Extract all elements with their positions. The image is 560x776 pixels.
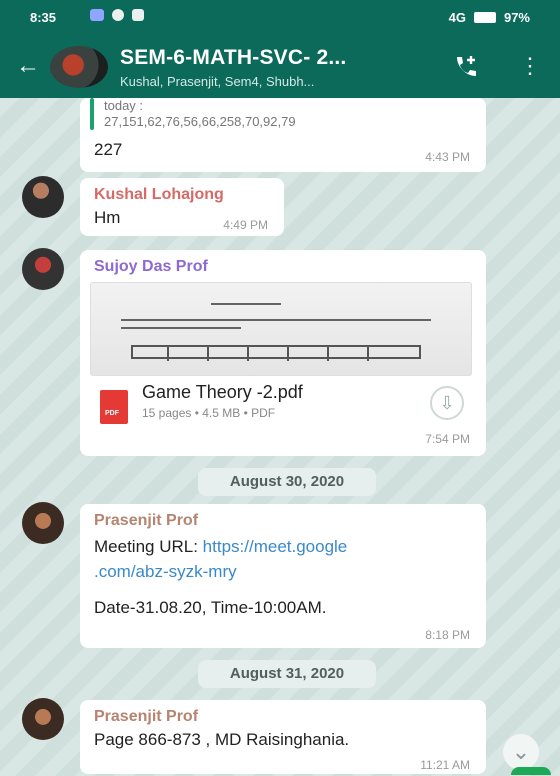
message-bubble: Prasenjit Prof Meeting URL: https://meet… — [80, 504, 486, 648]
sender-name: Sujoy Das Prof — [94, 258, 208, 275]
document-meta: 15 pages • 4.5 MB • PDF — [142, 406, 276, 420]
sender-avatar[interactable] — [22, 248, 64, 290]
date-separator: August 30, 2020 — [198, 468, 376, 496]
more-options-button[interactable]: ⋮ — [518, 50, 542, 82]
table-divider — [207, 347, 209, 361]
preview-line — [121, 319, 431, 321]
preview-table — [131, 345, 421, 361]
table-divider — [247, 347, 249, 361]
sender-avatar[interactable] — [22, 502, 64, 544]
table-divider — [327, 347, 329, 361]
battery-percent: 97% — [503, 10, 530, 25]
status-icons-right: 4G 97% — [449, 10, 530, 25]
notification-icon — [90, 9, 104, 21]
sender-name: Kushal Lohajong — [94, 186, 224, 203]
chat-messages-area[interactable]: today : 27,151,62,76,56,66,258,70,92,79 … — [0, 98, 560, 776]
floating-action-button[interactable] — [511, 767, 551, 775]
plus-icon — [467, 56, 475, 64]
message-text: Hm — [94, 208, 121, 227]
back-button[interactable]: ← — [16, 52, 44, 80]
message-time: 7:54 PM — [425, 432, 470, 446]
notification-icon — [132, 9, 144, 21]
document-preview[interactable] — [90, 282, 472, 376]
status-icons-left — [90, 9, 144, 21]
message-bubble: Prasenjit Prof Page 866-873 , MD Raising… — [80, 700, 486, 774]
sender-name: Prasenjit Prof — [94, 708, 199, 725]
message-text: 227 — [94, 140, 123, 159]
table-divider — [167, 347, 169, 361]
message-text: Page 866-873 , MD Raisinghania. — [94, 730, 350, 749]
quote-text: today : 27,151,62,76,56,66,258,70,92,79 — [104, 98, 296, 129]
pdf-icon: PDF — [100, 390, 128, 424]
message-time: 4:43 PM — [425, 150, 470, 164]
add-call-button[interactable] — [450, 52, 480, 82]
chat-app-bar: ← SEM-6-MATH-SVC- 2... Kushal, Prasenjit… — [0, 36, 560, 98]
meeting-link[interactable]: https://meet.google — [203, 537, 348, 556]
message-time: 4:49 PM — [223, 218, 268, 232]
time: 8:35 — [30, 10, 57, 25]
document-name[interactable]: Game Theory -2.pdf — [142, 382, 303, 403]
message-time: 8:18 PM — [425, 628, 470, 642]
group-avatar[interactable] — [50, 46, 108, 88]
quote-accent-bar — [90, 98, 94, 130]
signal-icon: 4G — [448, 10, 466, 25]
table-divider — [287, 347, 289, 361]
notification-icon — [112, 9, 124, 21]
table-divider — [367, 347, 369, 361]
status-bar: 8:35 4G 97% — [0, 0, 560, 36]
meeting-link-continued[interactable]: .com/abz-syzk-mry — [94, 562, 237, 581]
chat-title[interactable]: SEM-6-MATH-SVC- 2... — [120, 46, 346, 70]
message-text: Meeting URL: https://meet.google .com/ab… — [94, 537, 348, 581]
message-bubble: today : 27,151,62,76,56,66,258,70,92,79 … — [80, 98, 486, 172]
preview-line — [121, 327, 241, 329]
download-button[interactable]: ⇩ — [430, 386, 464, 420]
chat-participants[interactable]: Kushal, Prasenjit, Sem4, Shubh... — [120, 74, 314, 89]
preview-line — [211, 303, 281, 305]
document-message-bubble[interactable]: Sujoy Das Prof PDF Game Theory -2.pdf 15… — [80, 250, 486, 456]
sender-name: Prasenjit Prof — [94, 512, 199, 529]
sender-avatar[interactable] — [22, 698, 64, 740]
message-bubble: Kushal Lohajong Hm 4:49 PM — [80, 178, 284, 236]
battery-icon — [473, 12, 496, 23]
scroll-to-bottom-button[interactable]: ⌄ — [503, 734, 539, 770]
message-date-time-text: Date-31.08.20, Time-10:00AM. — [94, 598, 327, 617]
date-separator: August 31, 2020 — [198, 660, 376, 688]
message-time: 11:21 AM — [420, 758, 470, 772]
sender-avatar[interactable] — [22, 176, 64, 218]
